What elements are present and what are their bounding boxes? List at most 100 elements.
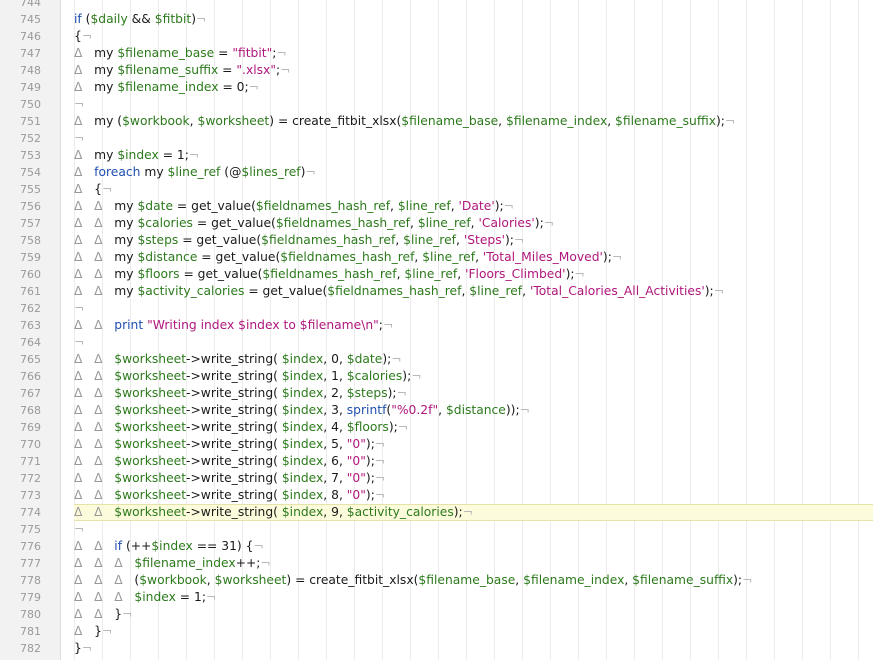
line-code[interactable]: Δ Δ $worksheet->write_string( $index, 0,…: [74, 351, 873, 368]
code-line[interactable]: 776 Δ Δ if (++$index == 31) {¬: [0, 538, 873, 555]
code-line[interactable]: 768 Δ Δ $worksheet->write_string( $index,…: [0, 402, 873, 419]
line-code[interactable]: Δ Δ }¬: [74, 606, 873, 623]
line-number: 754: [20, 166, 41, 179]
tab-marker: Δ Δ Δ: [74, 573, 135, 587]
code-line-current[interactable]: 774 Δ Δ $worksheet->write_string( $index,…: [0, 504, 873, 521]
code-line[interactable]: 758 Δ Δ my $steps = get_value($fieldnames…: [0, 232, 873, 249]
code-line[interactable]: 780 Δ Δ }¬: [0, 606, 873, 623]
line-code[interactable]: Δ Δ my $calories = get_value($fieldnames…: [74, 215, 873, 232]
line-code[interactable]: Δ my $filename_index = 0;¬: [74, 79, 873, 96]
code-line[interactable]: 757 Δ Δ my $calories = get_value($fieldna…: [0, 215, 873, 232]
code-line[interactable]: 748 Δ my $filename_suffix = ".xlsx";¬: [0, 62, 873, 79]
line-code[interactable]: Δ Δ $worksheet->write_string( $index, 2,…: [74, 385, 873, 402]
code-line[interactable]: 778 Δ Δ Δ ($workbook, $worksheet) = creat…: [0, 572, 873, 589]
code-line[interactable]: 775 ¬: [0, 521, 873, 538]
code-line[interactable]: 749 Δ my $filename_index = 0;¬: [0, 79, 873, 96]
code-line[interactable]: 781 Δ }¬: [0, 623, 873, 640]
line-code[interactable]: Δ Δ $worksheet->write_string( $index, 6,…: [74, 453, 873, 470]
code-line[interactable]: 760 Δ Δ my $floors = get_value($fieldname…: [0, 266, 873, 283]
code-token: , 3,: [323, 403, 347, 417]
code-line[interactable]: 750 ¬: [0, 96, 873, 113]
code-line[interactable]: 779 Δ Δ Δ $index = 1;¬: [0, 589, 873, 606]
line-code[interactable]: {¬: [74, 28, 873, 45]
code-line[interactable]: 751 Δ my ($workbook, $worksheet) = create…: [0, 113, 873, 130]
line-code[interactable]: ¬: [74, 96, 873, 113]
code-token: ,: [206, 573, 215, 587]
eol-marker: ¬: [74, 522, 85, 536]
code-token: $index: [281, 505, 324, 519]
code-token: =: [218, 63, 237, 77]
line-code[interactable]: Δ Δ $worksheet->write_string( $index, 3,…: [74, 402, 873, 419]
code-token: , 5,: [323, 437, 347, 451]
line-code[interactable]: if ($daily && $fitbit)¬: [74, 11, 873, 28]
line-code[interactable]: Δ Δ my $floors = get_value($fieldnames_h…: [74, 266, 873, 283]
code-line[interactable]: 763 Δ Δ print "Writing index $index to $f…: [0, 317, 873, 334]
line-code[interactable]: ¬: [74, 334, 873, 351]
line-code[interactable]: Δ Δ my $activity_calories = get_value($f…: [74, 283, 873, 300]
line-code[interactable]: Δ my $filename_suffix = ".xlsx";¬: [74, 62, 873, 79]
line-code[interactable]: Δ }¬: [74, 623, 873, 640]
line-code[interactable]: Δ Δ print "Writing index $index to $file…: [74, 317, 873, 334]
line-code[interactable]: Δ foreach my $line_ref (@$lines_ref)¬: [74, 164, 873, 181]
line-code[interactable]: Δ Δ $worksheet->write_string( $index, 4,…: [74, 419, 873, 436]
line-code[interactable]: Δ {¬: [74, 181, 873, 198]
line-number: 777: [20, 557, 41, 570]
line-code[interactable]: ¬: [74, 130, 873, 147]
line-code[interactable]: Δ Δ Δ $index = 1;¬: [74, 589, 873, 606]
code-line[interactable]: 765 Δ Δ $worksheet->write_string( $index,…: [0, 351, 873, 368]
code-line[interactable]: 756 Δ Δ my $date = get_value($fieldnames_…: [0, 198, 873, 215]
code-line[interactable]: 746 {¬: [0, 28, 873, 45]
code-line[interactable]: 770 Δ Δ $worksheet->write_string( $index,…: [0, 436, 873, 453]
line-code[interactable]: Δ Δ $worksheet->write_string( $index, 1,…: [74, 368, 873, 385]
code-line[interactable]: 747 Δ my $filename_base = "fitbit";¬: [0, 45, 873, 62]
line-code[interactable]: Δ Δ Δ $filename_index++;¬: [74, 555, 873, 572]
line-code[interactable]: Δ Δ $worksheet->write_string( $index, 5,…: [74, 436, 873, 453]
line-code[interactable]: Δ Δ Δ ($workbook, $worksheet) = create_f…: [74, 572, 873, 589]
line-code[interactable]: Δ Δ my $steps = get_value($fieldnames_ha…: [74, 232, 873, 249]
tab-marker: Δ Δ: [74, 488, 115, 502]
code-token: $calories: [346, 369, 403, 383]
code-line[interactable]: 753 Δ my $index = 1;¬: [0, 147, 873, 164]
line-number: 778: [20, 574, 41, 587]
code-line[interactable]: 759 Δ Δ my $distance = get_value($fieldna…: [0, 249, 873, 266]
eol-marker: ¬: [74, 301, 85, 315]
code-token: ) = create_fitbit_xlsx(: [269, 114, 402, 128]
code-line[interactable]: 755 Δ {¬: [0, 181, 873, 198]
line-code[interactable]: Δ Δ $worksheet->write_string( $index, 7,…: [74, 470, 873, 487]
code-line[interactable]: 771 Δ Δ $worksheet->write_string( $index,…: [0, 453, 873, 470]
line-code[interactable]: Δ Δ my $date = get_value($fieldnames_has…: [74, 198, 873, 215]
code-line[interactable]: 766 Δ Δ $worksheet->write_string( $index,…: [0, 368, 873, 385]
line-code[interactable]: }¬: [74, 640, 873, 657]
line-code[interactable]: Δ Δ $worksheet->write_string( $index, 9,…: [74, 504, 873, 521]
line-code[interactable]: ¬: [74, 300, 873, 317]
line-code[interactable]: Δ my $index = 1;¬: [74, 147, 873, 164]
tab-marker: Δ: [74, 114, 95, 128]
code-token: my: [114, 233, 138, 247]
code-line[interactable]: 752 ¬: [0, 130, 873, 147]
code-line[interactable]: 777 Δ Δ Δ $filename_index++;¬: [0, 555, 873, 572]
code-token: ->write_string(: [186, 471, 282, 485]
code-line[interactable]: 744: [0, 0, 873, 11]
code-token: $line_ref: [397, 199, 451, 213]
code-line[interactable]: 764 ¬: [0, 334, 873, 351]
code-line[interactable]: 745 if ($daily && $fitbit)¬: [0, 11, 873, 28]
line-code[interactable]: Δ my $filename_base = "fitbit";¬: [74, 45, 873, 62]
line-code[interactable]: Δ Δ my $distance = get_value($fieldnames…: [74, 249, 873, 266]
code-line[interactable]: 761 Δ Δ my $activity_calories = get_value…: [0, 283, 873, 300]
code-token: $line_ref: [422, 250, 476, 264]
code-line[interactable]: 762 ¬: [0, 300, 873, 317]
code-line[interactable]: 782}¬: [0, 640, 873, 657]
code-line[interactable]: 767 Δ Δ $worksheet->write_string( $index,…: [0, 385, 873, 402]
code-token: ,: [390, 199, 398, 213]
line-code[interactable]: Δ my ($workbook, $worksheet) = create_fi…: [74, 113, 873, 130]
code-line[interactable]: 754 Δ foreach my $line_ref (@$lines_ref)¬: [0, 164, 873, 181]
line-code[interactable]: Δ Δ $worksheet->write_string( $index, 8,…: [74, 487, 873, 504]
code-line[interactable]: 769 Δ Δ $worksheet->write_string( $index,…: [0, 419, 873, 436]
code-editor[interactable]: 744 745 if ($daily && $fitbit)¬ 746 {¬ 747 Δ m…: [0, 0, 873, 660]
code-line[interactable]: 773 Δ Δ $worksheet->write_string( $index,…: [0, 487, 873, 504]
line-code[interactable]: ¬: [74, 521, 873, 538]
code-line[interactable]: 772 Δ Δ $worksheet->write_string( $index,…: [0, 470, 873, 487]
code-token: $steps: [346, 386, 388, 400]
line-number: 766: [20, 370, 41, 383]
line-code[interactable]: Δ Δ if (++$index == 31) {¬: [74, 538, 873, 555]
